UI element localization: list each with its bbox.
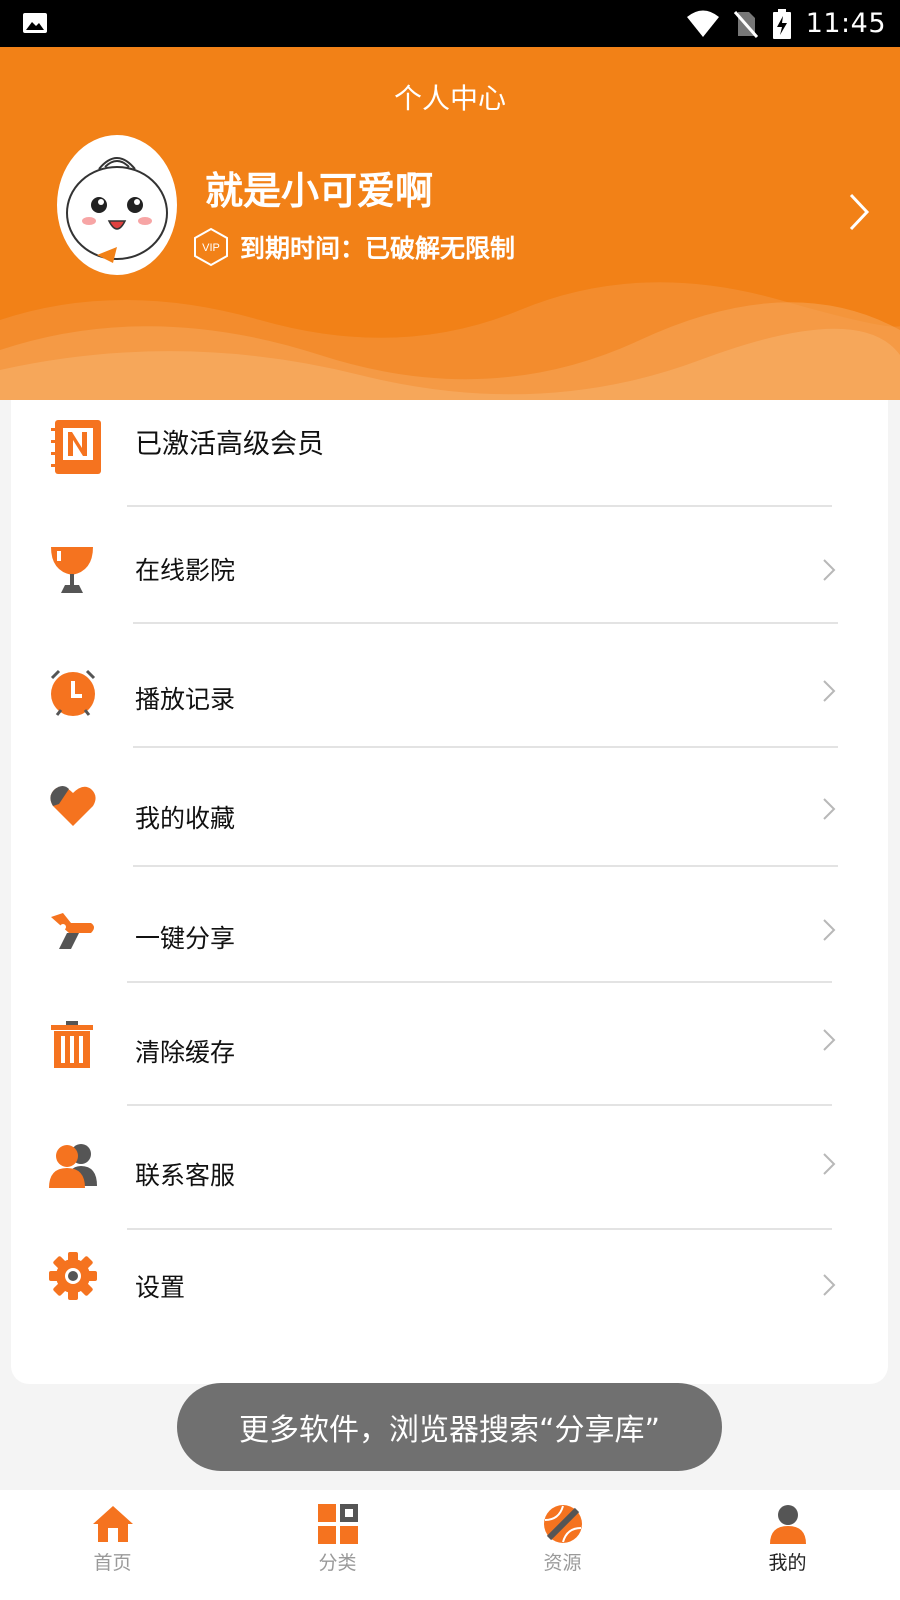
menu-item-play-history[interactable]: 播放记录 (11, 624, 888, 746)
chevron-right-icon (823, 1153, 836, 1175)
no-sim-icon (733, 10, 758, 38)
trophy-cup-icon (51, 547, 93, 593)
username: 就是小可爱啊 (205, 169, 434, 213)
trash-icon (51, 1021, 93, 1068)
menu-label: 在线影院 (135, 556, 236, 585)
nav-resources[interactable]: 资源 (450, 1490, 675, 1600)
nav-category[interactable]: 分类 (225, 1490, 450, 1600)
menu-card: 已激活高级会员 在线影院 播放记录 我的收藏 一键分享 清除缓存 联系客服 设置 (11, 400, 888, 1384)
profile-screen: 11:45 个人中心 就是小可爱啊 VIP 到期时间：已破解无限制 已激活高级会… (0, 0, 900, 1600)
menu-label: 一键分享 (135, 924, 236, 953)
nav-label: 我的 (768, 1552, 807, 1574)
alarm-clock-icon (50, 669, 96, 716)
chevron-right-icon (823, 680, 836, 702)
bottom-nav: 首页 分类 资源 我的 (0, 1490, 900, 1600)
nav-home[interactable]: 首页 (0, 1490, 225, 1600)
menu-label: 设置 (135, 1273, 186, 1302)
chevron-right-icon[interactable] (848, 192, 870, 232)
menu-label: 联系客服 (135, 1161, 236, 1190)
nav-label: 分类 (318, 1552, 357, 1574)
menu-item-settings[interactable]: 设置 (11, 1230, 888, 1342)
nav-mine[interactable]: 我的 (675, 1490, 900, 1600)
menu-item-favorites[interactable]: 我的收藏 (11, 748, 888, 865)
toast-message: 更多软件，浏览器搜索“分享库” (177, 1383, 722, 1471)
avatar-bun-image (66, 157, 168, 263)
vip-hexagon-icon: VIP (194, 227, 228, 267)
menu-label: 清除缓存 (135, 1038, 236, 1067)
expiry-text: 到期时间：已破解无限制 (240, 234, 516, 263)
gallery-notification-icon (23, 13, 47, 33)
clock: 11:45 (805, 8, 886, 39)
chevron-right-icon (823, 559, 836, 581)
status-bar: 11:45 (0, 0, 900, 47)
chevron-right-icon (823, 798, 836, 820)
chevron-right-icon (823, 919, 836, 941)
chevron-right-icon (823, 1274, 836, 1296)
menu-label: 我的收藏 (135, 804, 236, 833)
menu-item-clear-cache[interactable]: 清除缓存 (11, 983, 888, 1104)
notebook-n-icon (51, 420, 101, 474)
wifi-icon (686, 10, 719, 37)
svg-text:VIP: VIP (202, 242, 220, 254)
heart-icon (50, 786, 96, 826)
share-plane-icon (51, 913, 94, 949)
page-title: 个人中心 (393, 82, 506, 115)
nav-label: 资源 (543, 1552, 582, 1574)
profile-header: 个人中心 就是小可爱啊 VIP 到期时间：已破解无限制 (0, 47, 900, 400)
vip-status: VIP 到期时间：已破解无限制 (192, 227, 515, 267)
home-icon (92, 1506, 133, 1542)
chevron-right-icon (823, 1029, 836, 1051)
wave-decoration (0, 282, 900, 400)
nav-label: 首页 (93, 1552, 132, 1574)
menu-label: 已激活高级会员 (135, 429, 324, 460)
ball-icon (543, 1505, 582, 1543)
menu-label: 播放记录 (135, 685, 236, 714)
menu-item-online-cinema[interactable]: 在线影院 (11, 507, 888, 622)
menu-item-share[interactable]: 一键分享 (11, 867, 888, 981)
gear-icon (49, 1252, 97, 1300)
menu-item-customer-service[interactable]: 联系客服 (11, 1106, 888, 1228)
battery-charging-icon (772, 8, 791, 39)
avatar[interactable] (57, 135, 177, 275)
contacts-icon (49, 1144, 97, 1188)
menu-item-premium[interactable]: 已激活高级会员 (11, 400, 888, 505)
grid-icon (317, 1504, 358, 1544)
person-icon (769, 1505, 806, 1544)
